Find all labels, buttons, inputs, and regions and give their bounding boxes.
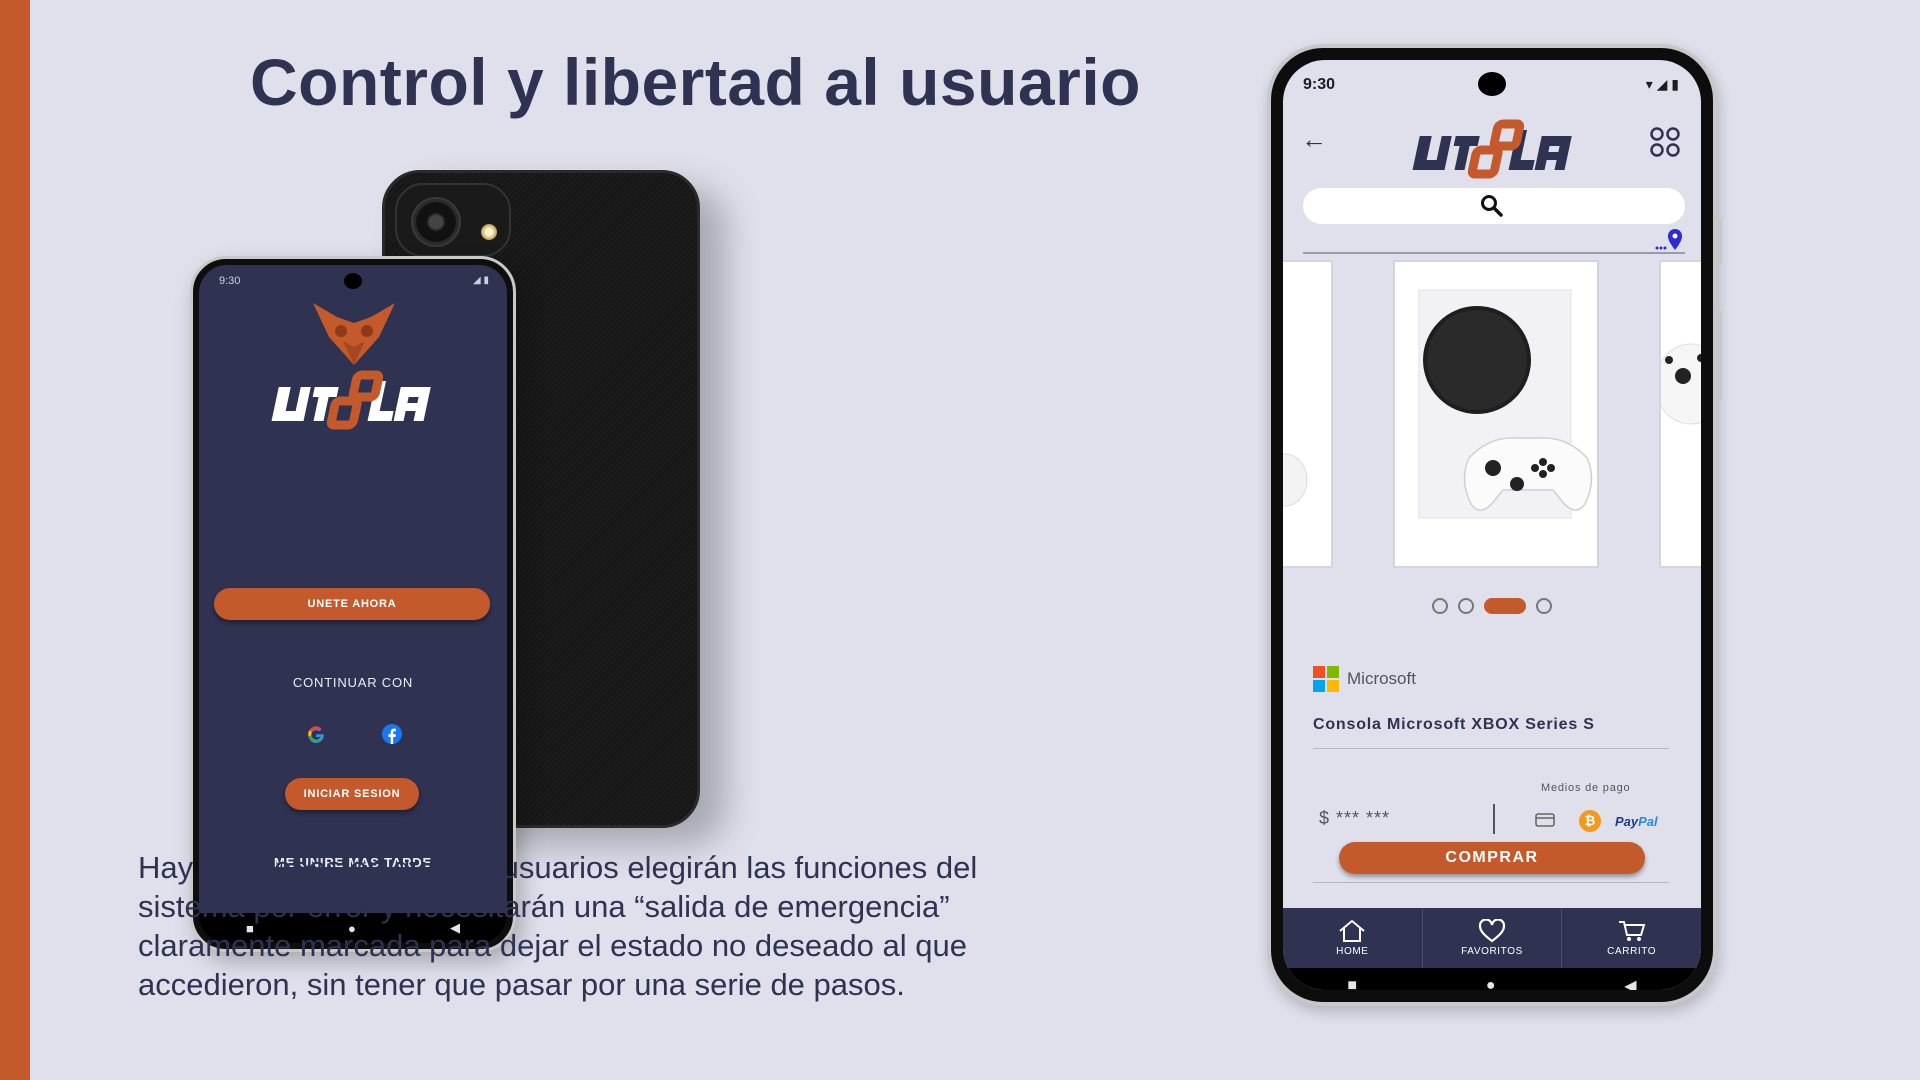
nav-favorites[interactable]: FAVORITOS [1423,908,1563,968]
credit-card-icon[interactable] [1535,812,1555,828]
slide-title: Control y libertad al usuario [250,45,1141,119]
camera-flash [481,224,497,240]
login-screen: 9:30 ◢ ▮ UNETE AHORA CONTINUAR CON INICI… [199,265,507,943]
camera-notch [344,273,362,289]
home-icon [1339,919,1365,942]
facebook-icon[interactable] [379,721,405,747]
back-system-button[interactable]: ◀ [1624,976,1636,990]
join-now-button[interactable]: UNETE AHORA [214,588,490,620]
back-arrow-icon[interactable]: ← [1301,124,1327,155]
camera-module [395,183,511,257]
status-time: 9:30 [219,275,241,287]
google-icon[interactable] [303,721,329,747]
recent-apps-button[interactable]: ■ [1347,977,1357,990]
payment-methods-label: Medios de pago [1541,782,1631,794]
apps-grid-icon[interactable] [1649,126,1681,158]
product-screen: 9:30 ▾ ◢ ▮ ← Microsoft Consola Microsoft… [1283,60,1701,990]
buy-button[interactable]: COMPRAR [1339,842,1645,874]
home-system-button[interactable]: ● [1486,977,1496,990]
carousel-dot[interactable] [1432,598,1448,614]
price-divider [1493,804,1495,834]
bitcoin-icon[interactable]: ₿ [1579,810,1601,832]
camera-lens [411,197,461,247]
nav-cart[interactable]: CARRITO [1562,908,1701,968]
search-input[interactable] [1303,188,1685,224]
power-button [1717,310,1722,400]
utopia-logo [1412,119,1572,179]
carousel-indicator[interactable] [1283,598,1701,614]
bottom-nav: HOME FAVORITOS CARRITO [1283,908,1701,968]
carousel-dot-active[interactable] [1484,598,1526,614]
nav-home[interactable]: HOME [1283,908,1423,968]
continue-with-label: CONTINUAR CON [292,675,414,690]
paypal-logo-a: Pay [1615,814,1639,829]
product-carousel[interactable] [1283,260,1701,572]
location-row[interactable] [1303,228,1685,254]
product-title: Consola Microsoft XBOX Series S [1313,716,1669,749]
carousel-card-next[interactable] [1654,260,1701,568]
location-pin-icon[interactable] [1655,228,1685,252]
paypal-logo-b: Pal [1638,814,1658,829]
brand-name: Microsoft [1347,669,1416,688]
search-icon[interactable] [1479,193,1505,219]
divider [1313,882,1669,883]
system-nav-bar: ■ ● ◀ [1283,968,1701,990]
signal-battery-icon: ◢ ▮ [473,275,489,286]
volume-button [1717,218,1722,264]
controller-image [1283,453,1308,507]
owl-logo-icon [313,303,395,365]
utopia-logo [271,370,431,430]
nav-cart-label: CARRITO [1607,946,1657,957]
carousel-card-prev[interactable] [1283,260,1333,568]
slide-body-text: Hay ocasiones en que los usuarios elegir… [138,850,978,1002]
currency-symbol: $ [1319,808,1331,828]
nav-home-label: HOME [1336,946,1369,957]
price-hidden: *** *** [1336,808,1391,828]
brand-row: Microsoft [1313,666,1416,692]
controller-image [1654,343,1701,425]
camera-notch [1478,72,1506,96]
carousel-dot[interactable] [1458,598,1474,614]
microsoft-logo-icon [1313,666,1339,692]
nav-favorites-label: FAVORITOS [1461,946,1523,957]
paypal-icon[interactable]: PayPal [1615,814,1658,829]
cart-icon [1618,921,1646,941]
carousel-dot[interactable] [1536,598,1552,614]
price-value: $ *** *** [1319,808,1390,829]
product-phone-mockup: 9:30 ▾ ◢ ▮ ← Microsoft Consola Microsoft… [1267,44,1722,1006]
heart-icon [1478,919,1506,943]
carousel-card-active[interactable] [1393,260,1599,568]
signal-battery-icon: ▾ ◢ ▮ [1645,76,1679,92]
login-button[interactable]: INICIAR SESION [285,778,419,810]
status-time: 9:30 [1303,76,1336,93]
xbox-series-s-image [1418,289,1593,519]
accent-bar [0,0,30,1080]
